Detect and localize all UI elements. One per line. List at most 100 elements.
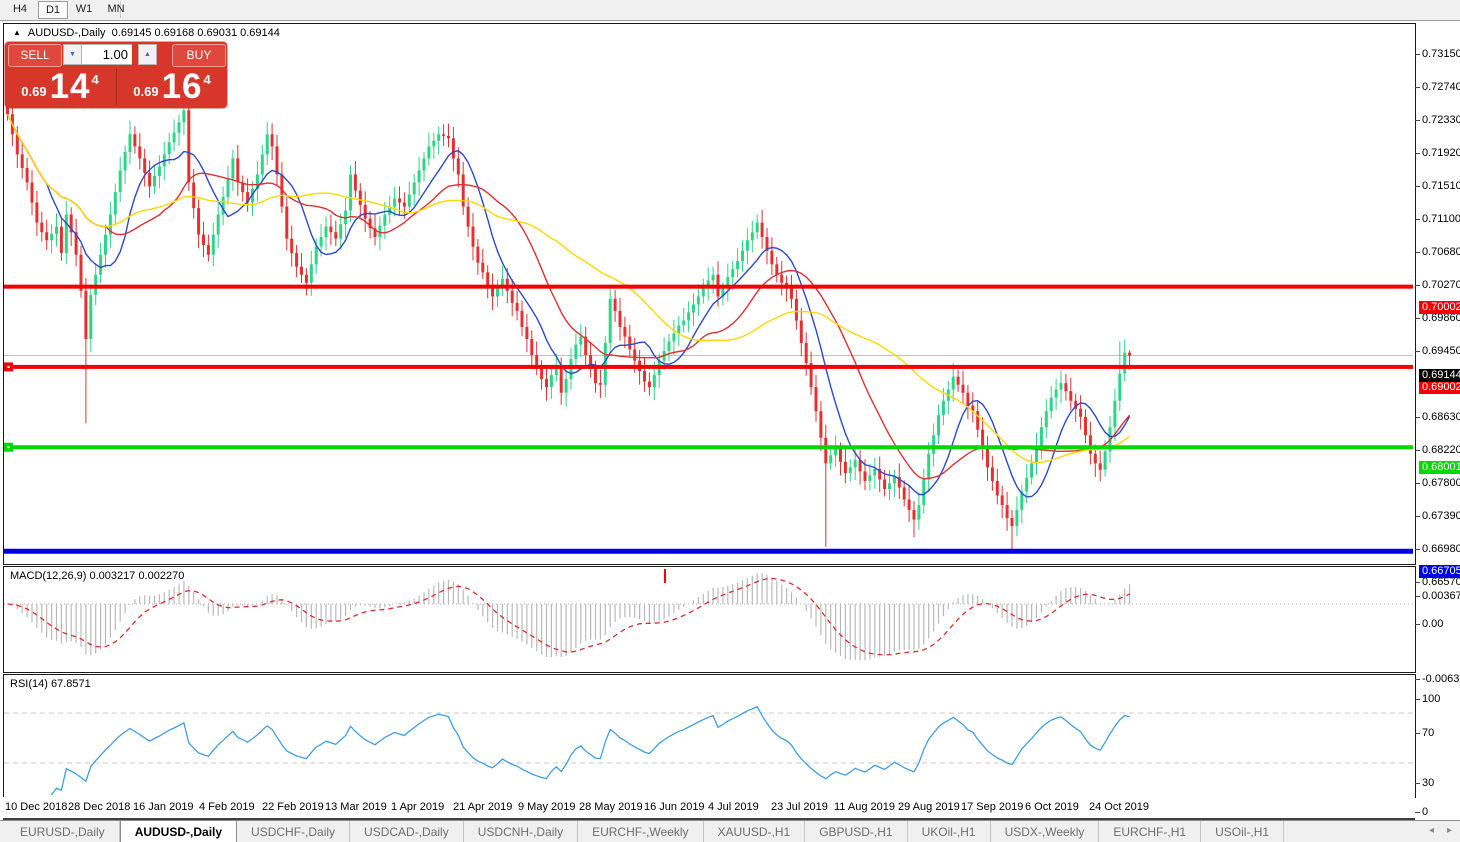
macd-tick-label: 0.003674 [1422, 590, 1460, 602]
chart-tab-audusd[interactable]: AUDUSD-,Daily [120, 820, 237, 842]
price-tick-mark [1415, 285, 1420, 286]
tab-scroll-left-icon[interactable]: ◂ [1429, 825, 1434, 836]
chart-tab-usdx[interactable]: USDX-,Weekly [991, 821, 1100, 842]
date-axis-label: 24 Oct 2019 [1089, 801, 1149, 813]
chart-tab-bar: EURUSD-,DailyAUDUSD-,DailyUSDCHF-,DailyU… [0, 820, 1460, 842]
price-tick-mark [1415, 120, 1420, 121]
price-tick-mark [1415, 450, 1420, 451]
date-axis-label: 1 Apr 2019 [391, 801, 444, 813]
macd-tick-mark [1415, 679, 1420, 680]
rsi-label: RSI(14) 67.8571 [10, 678, 91, 690]
price-tick-label: 0.71100 [1422, 213, 1460, 225]
macd-tick-label: -0.006378 [1422, 673, 1460, 685]
price-tick-mark [1415, 186, 1420, 187]
chart-symbol-period: AUDUSD-,Daily [28, 27, 106, 39]
price-tick-label: 0.68220 [1422, 444, 1460, 456]
buy-button[interactable]: BUY [172, 44, 226, 67]
price-tick-mark [1415, 318, 1420, 319]
price-tick-mark [1415, 582, 1420, 583]
macd-panel[interactable]: MACD(12,26,9) 0.003217 0.002270 [3, 566, 1416, 673]
price-tick-label: 0.73150 [1422, 48, 1460, 60]
date-axis-label: 9 May 2019 [518, 801, 575, 813]
ask-pipette: 4 [204, 72, 211, 87]
bid-big-figure: 0.69 [21, 84, 46, 99]
ask-price-display[interactable]: 0.69 16 4 [117, 67, 227, 106]
date-axis-label: 28 May 2019 [579, 801, 643, 813]
collapse-oneclick-icon[interactable]: ▲ [13, 28, 21, 37]
timeframe-button-h4[interactable]: H4 [6, 1, 34, 17]
level-price-badge: 0.69002 [1419, 381, 1460, 394]
price-tick-mark [1415, 549, 1420, 550]
current-price-badge: 0.69144 [1419, 369, 1460, 382]
timeframe-button-w1[interactable]: W1 [70, 1, 98, 17]
chart-tab-usdchf[interactable]: USDCHF-,Daily [237, 821, 350, 842]
date-axis-label: 16 Jun 2019 [644, 801, 705, 813]
rsi-tick-mark [1415, 699, 1420, 700]
price-tick-mark [1415, 252, 1420, 253]
price-tick-label: 0.72330 [1422, 114, 1460, 126]
date-axis[interactable]: 10 Dec 201828 Dec 201816 Jan 2019 4 Feb 2… [3, 797, 1415, 820]
price-tick-label: 0.71510 [1422, 180, 1460, 192]
chart-tab-eurchf[interactable]: EURCHF-,Weekly [578, 821, 703, 842]
date-axis-label: 16 Jan 2019 [133, 801, 194, 813]
chart-tab-usoil[interactable]: USOil-,H1 [1201, 821, 1284, 842]
date-axis-label: 21 Apr 2019 [453, 801, 512, 813]
chart-tab-eurchf[interactable]: EURCHF-,H1 [1099, 821, 1201, 842]
price-tick-label: 0.70270 [1422, 279, 1460, 291]
rsi-tick-label: 100 [1422, 693, 1440, 705]
macd-tick-mark [1415, 624, 1420, 625]
date-axis-label: 10 Dec 2018 [5, 801, 67, 813]
price-tick-label: 0.67390 [1422, 510, 1460, 522]
volume-decrease-button[interactable]: ▼ [63, 44, 82, 65]
level-price-badge: 0.68001 [1419, 461, 1460, 474]
chart-tab-gbpusd[interactable]: GBPUSD-,H1 [805, 821, 907, 842]
bid-price-display[interactable]: 0.69 14 4 [5, 67, 115, 106]
bid-pipette: 4 [92, 72, 99, 87]
ask-big-figure: 0.69 [133, 84, 158, 99]
macd-chart[interactable] [4, 567, 1413, 670]
sell-button[interactable]: SELL [8, 44, 62, 67]
trading-terminal-window: H4D1W1MN ▲ AUDUSD-,Daily 0.69145 0.69168 … [0, 0, 1460, 842]
timeframe-button-d1[interactable]: D1 [38, 1, 68, 19]
price-tick-mark [1415, 351, 1420, 352]
price-tick-label: 0.69860 [1422, 312, 1460, 324]
date-axis-label: 6 Oct 2019 [1025, 801, 1079, 813]
date-axis-label: 11 Aug 2019 [834, 801, 895, 813]
level-price-badge: 0.70002 [1419, 301, 1460, 314]
price-tick-mark [1415, 516, 1420, 517]
timeframe-button-mn[interactable]: MN [102, 1, 130, 17]
chart-title: ▲ AUDUSD-,Daily 0.69145 0.69168 0.69031 0… [13, 27, 280, 39]
chart-tab-usdcnh[interactable]: USDCNH-,Daily [464, 821, 578, 842]
price-tick-label: 0.71920 [1422, 147, 1460, 159]
chart-tab-xauusd[interactable]: XAUUSD-,H1 [704, 821, 806, 842]
price-tick-mark [1415, 483, 1420, 484]
timeframe-toolbar: H4D1W1MN [0, 0, 1460, 21]
price-axis[interactable]: 0.731500.727400.723300.719200.715100.711… [1415, 21, 1460, 820]
rsi-tick-mark [1415, 812, 1420, 813]
chart-ohlc-values: 0.69145 0.69168 0.69031 0.69144 [112, 27, 280, 39]
chart-tab-eurusd[interactable]: EURUSD-,Daily [6, 821, 120, 842]
date-axis-label: 17 Sep 2019 [961, 801, 1023, 813]
rsi-chart[interactable] [4, 675, 1413, 795]
rsi-tick-label: 0 [1422, 806, 1428, 818]
ask-pips: 16 [162, 67, 203, 107]
volume-increase-button[interactable]: ▲ [138, 44, 157, 65]
price-tick-mark [1415, 87, 1420, 88]
rsi-panel[interactable]: RSI(14) 67.8571 [3, 674, 1416, 798]
date-axis-label: 4 Jul 2019 [708, 801, 759, 813]
date-axis-label: 13 Mar 2019 [325, 801, 387, 813]
macd-tick-mark [1415, 596, 1420, 597]
price-tick-mark [1415, 219, 1420, 220]
tab-scroll-right-icon[interactable]: ▸ [1447, 825, 1452, 836]
chart-tab-usdcad[interactable]: USDCAD-,Daily [350, 821, 464, 842]
date-axis-label: 29 Aug 2019 [898, 801, 960, 813]
rsi-tick-label: 70 [1422, 727, 1434, 739]
price-tick-mark [1415, 54, 1420, 55]
date-axis-label: 28 Dec 2018 [68, 801, 130, 813]
volume-input[interactable] [82, 44, 132, 65]
date-axis-label: 4 Feb 2019 [199, 801, 255, 813]
date-axis-label: 22 Feb 2019 [262, 801, 324, 813]
price-tick-label: 0.70680 [1422, 246, 1460, 258]
chart-tab-ukoil[interactable]: UKOil-,H1 [908, 821, 991, 842]
macd-tick-label: 0.00 [1422, 618, 1443, 630]
